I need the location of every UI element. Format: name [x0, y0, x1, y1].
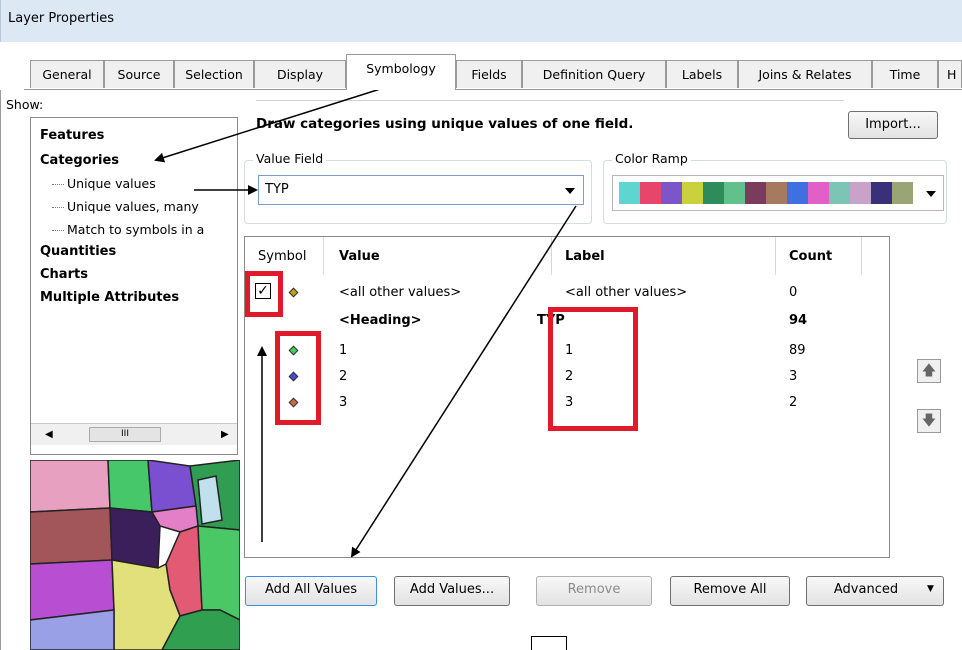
row-value: 3 [339, 395, 348, 410]
annotation-highlight-symbols [275, 331, 321, 425]
color-ramp-swatch [661, 182, 682, 204]
tree-item-match-to-symbols[interactable]: Match to symbols in a [52, 222, 204, 237]
row-value: 1 [339, 343, 348, 358]
move-up-button[interactable]: 🡅 [917, 359, 941, 383]
tree-horizontal-scrollbar[interactable]: ◀ III ▶ [31, 423, 237, 445]
show-label: Show: [6, 97, 44, 112]
annotation-highlight-labels [548, 307, 638, 431]
description-rule [256, 100, 844, 101]
annotation-highlight-checkbox [245, 271, 283, 317]
window-title: Layer Properties [8, 11, 115, 26]
value-field-label: Value Field [253, 151, 327, 166]
color-ramp-preview [619, 182, 913, 204]
remove-button[interactable]: Remove [536, 576, 652, 606]
color-ramp-swatch [724, 182, 745, 204]
show-tree: Features Categories Unique values Unique… [32, 118, 236, 454]
chevron-down-icon [565, 188, 575, 194]
color-ramp-swatch [892, 182, 913, 204]
map-preview-image [30, 460, 240, 650]
row-label: <all other values> [565, 285, 688, 300]
header-symbol[interactable]: Symbol [258, 249, 306, 264]
tab-labels[interactable]: Labels [666, 60, 738, 88]
tab-joins-relates[interactable]: Joins & Relates [738, 60, 872, 88]
tab-display[interactable]: Display [254, 60, 346, 88]
tree-item-categories[interactable]: Categories [40, 153, 119, 168]
color-ramp-swatch [640, 182, 661, 204]
add-values-button[interactable]: Add Values... [394, 576, 510, 606]
symbol-swatch[interactable] [288, 287, 299, 298]
tree-item-unique-values[interactable]: Unique values [52, 176, 156, 191]
row-value: <all other values> [339, 285, 462, 300]
row-value: 2 [339, 369, 348, 384]
color-ramp-swatch [682, 182, 703, 204]
color-ramp-swatch [787, 182, 808, 204]
row-count: 3 [789, 369, 798, 384]
color-ramp-swatch [871, 182, 892, 204]
value-field-value: TYP [265, 182, 289, 197]
tab-divider [24, 89, 962, 90]
chevron-down-icon [926, 191, 936, 197]
color-ramp-swatch [703, 182, 724, 204]
row-count: 89 [789, 343, 806, 358]
tree-item-charts[interactable]: Charts [40, 267, 88, 282]
header-count[interactable]: Count [789, 249, 832, 264]
row-value: <Heading> [339, 313, 422, 328]
color-ramp-swatch [808, 182, 829, 204]
scroll-left-icon[interactable]: ◀ [45, 429, 53, 440]
move-down-button[interactable]: 🡇 [917, 409, 941, 433]
row-count: 2 [789, 395, 798, 410]
header-value[interactable]: Value [339, 249, 380, 264]
tree-item-features[interactable]: Features [40, 128, 104, 143]
window-title-bar: Layer Properties [0, 0, 962, 42]
dialog-border [0, 90, 1, 650]
bottom-fragment [531, 636, 567, 650]
tree-item-unique-values-many[interactable]: Unique values, many [52, 199, 199, 214]
advanced-button[interactable]: Advanced ▼ [806, 576, 944, 606]
tab-general[interactable]: General [30, 60, 104, 88]
table-row[interactable]: <all other values> <all other values> 0 [245, 283, 889, 305]
scroll-thumb[interactable]: III [89, 427, 161, 442]
color-ramp-swatch [745, 182, 766, 204]
tab-fields[interactable]: Fields [456, 60, 522, 88]
add-all-values-button[interactable]: Add All Values [245, 576, 377, 606]
color-ramp-label: Color Ramp [612, 151, 691, 166]
color-ramp-swatch [619, 182, 640, 204]
tab-time[interactable]: Time [872, 60, 938, 88]
tab-symbology[interactable]: Symbology [346, 54, 456, 90]
remove-all-button[interactable]: Remove All [670, 576, 790, 606]
chevron-down-icon: ▼ [927, 584, 934, 594]
renderer-description: Draw categories using unique values of o… [256, 116, 634, 132]
row-count: 0 [789, 285, 798, 300]
color-ramp-swatch [766, 182, 787, 204]
arrow-up-icon: 🡅 [921, 363, 937, 379]
color-ramp-select[interactable] [612, 175, 944, 211]
tab-definition-query[interactable]: Definition Query [522, 60, 666, 88]
map-preview-svg [30, 460, 240, 650]
color-ramp-swatch [829, 182, 850, 204]
arrow-down-icon: 🡇 [921, 413, 937, 429]
tab-source[interactable]: Source [104, 60, 174, 88]
tab-more[interactable]: H [938, 60, 962, 88]
value-field-select[interactable]: TYP [258, 175, 584, 205]
color-ramp-swatch [850, 182, 871, 204]
import-button[interactable]: Import... [848, 111, 938, 139]
header-label[interactable]: Label [565, 249, 605, 264]
tab-selection[interactable]: Selection [174, 60, 254, 88]
tree-item-multiple-attributes[interactable]: Multiple Attributes [40, 290, 179, 305]
row-count: 94 [789, 313, 808, 328]
table-header: Symbol Value Label Count [245, 237, 889, 275]
tree-item-quantities[interactable]: Quantities [40, 244, 116, 259]
scroll-right-icon[interactable]: ▶ [221, 429, 229, 440]
